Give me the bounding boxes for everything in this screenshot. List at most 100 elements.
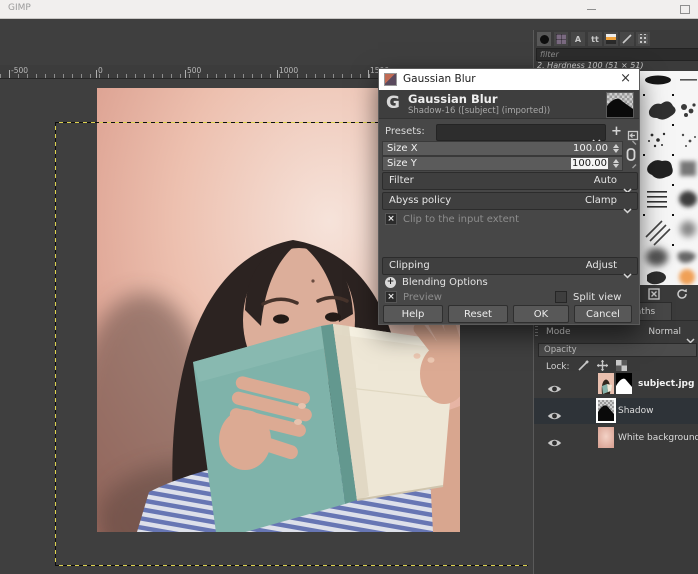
help-button[interactable]: Help xyxy=(383,305,443,323)
lock-label: Lock: xyxy=(546,362,570,372)
opacity-slider[interactable]: Opacity xyxy=(538,343,697,357)
layer-mode-row[interactable]: Mode Normal xyxy=(534,325,698,340)
clip-extent-checkbox[interactable]: × Clip to the input extent xyxy=(385,213,519,225)
abyss-policy-value: Clamp xyxy=(585,195,617,206)
paintbrush-icon xyxy=(578,360,589,371)
size-y-spinner[interactable] xyxy=(611,158,620,169)
filter-title: Gaussian Blur xyxy=(408,92,498,106)
fonts-icon: A xyxy=(575,35,581,44)
maximize-icon xyxy=(680,5,690,14)
presets-dropdown[interactable] xyxy=(436,124,606,141)
ruler-tick xyxy=(96,70,97,78)
clipping-value: Adjust xyxy=(586,260,617,271)
checkerboard-icon xyxy=(616,360,627,371)
drag-handle-icon xyxy=(535,326,538,338)
maximize-button[interactable] xyxy=(672,0,698,18)
ruler-tick xyxy=(368,70,369,78)
presets-label: Presets: xyxy=(385,126,425,137)
ruler-label: -500 xyxy=(11,66,28,75)
tab-dynamics[interactable]: tt xyxy=(588,32,602,46)
dialog-icon xyxy=(384,73,397,86)
layer-boundary-bottom xyxy=(55,565,528,566)
layer-name: Shadow xyxy=(618,406,654,416)
filter-value: Auto xyxy=(594,175,617,186)
drawable-thumbnail xyxy=(606,92,634,118)
tab-fonts[interactable]: A xyxy=(571,32,585,46)
layer-row-background[interactable]: White background xyxy=(534,425,698,451)
dialog-title: Gaussian Blur xyxy=(403,73,476,85)
filter-dropdown[interactable]: Filter Auto xyxy=(382,172,638,190)
tab-palettes[interactable] xyxy=(636,32,650,46)
size-y-value: 100.00 xyxy=(571,158,608,169)
presets-row: Presets: + xyxy=(379,124,639,140)
dialog-header: G Gaussian Blur Shadow-16 ([subject] (im… xyxy=(379,90,639,119)
size-x-spinner[interactable] xyxy=(611,143,620,154)
spin-up-icon xyxy=(613,144,619,148)
tab-paint-tools[interactable] xyxy=(620,32,634,46)
reset-button[interactable]: Reset xyxy=(448,305,508,323)
clipping-label: Clipping xyxy=(389,260,430,271)
layer-thumbnail-background[interactable] xyxy=(598,427,614,448)
expander-plus-icon: + xyxy=(385,277,396,288)
visibility-eye-icon[interactable] xyxy=(547,433,562,452)
delete-brush-button[interactable] xyxy=(647,287,660,300)
ruler-tick xyxy=(185,70,186,78)
tab-brushes[interactable] xyxy=(537,32,551,46)
abyss-policy-label: Abyss policy xyxy=(389,195,451,206)
visibility-eye-icon[interactable] xyxy=(547,406,562,425)
checkbox-checked-icon: × xyxy=(385,213,397,225)
mode-label: Mode xyxy=(546,327,571,337)
split-view-checkbox[interactable]: Split view xyxy=(555,291,621,303)
filter-label: Filter xyxy=(389,175,414,186)
dialog-titlebar[interactable]: Gaussian Blur × xyxy=(379,69,639,91)
close-icon[interactable]: × xyxy=(620,71,631,86)
minimize-button[interactable] xyxy=(578,0,604,18)
clip-extent-label: Clip to the input extent xyxy=(403,214,519,225)
chevron-down-icon xyxy=(623,199,632,218)
ruler-label: 1000 xyxy=(279,66,298,75)
layer-name: subject.jpg xyxy=(638,379,694,389)
pencil-icon xyxy=(622,34,632,44)
window-titlebar: GIMP xyxy=(0,0,698,19)
size-y-slider[interactable]: Size Y 100.00 xyxy=(382,156,623,171)
layer-thumbnail-subject[interactable] xyxy=(598,373,614,394)
layer-row-subject[interactable]: subject.jpg xyxy=(534,371,698,397)
tab-gradients[interactable] xyxy=(604,32,618,46)
minimize-icon xyxy=(587,9,596,10)
ruler-label: 0 xyxy=(98,66,103,75)
ok-button[interactable]: OK xyxy=(513,305,569,323)
chain-link-icon[interactable] xyxy=(624,139,638,174)
preview-label: Preview xyxy=(403,292,442,303)
palette-icon xyxy=(638,34,648,44)
add-preset-icon[interactable]: + xyxy=(611,124,622,139)
size-x-slider[interactable]: Size X 100.00 xyxy=(382,141,623,156)
clipping-dropdown[interactable]: Clipping Adjust xyxy=(382,257,638,275)
blending-options-label: Blending Options xyxy=(402,277,488,288)
layer-mask-thumbnail-subject[interactable] xyxy=(616,373,632,394)
blending-options-expander[interactable]: + Blending Options xyxy=(385,276,488,288)
mode-value: Normal xyxy=(648,327,681,337)
refresh-brushes-button[interactable] xyxy=(675,287,688,300)
chevron-down-icon xyxy=(623,264,632,283)
window-title: GIMP xyxy=(8,3,31,13)
brush-filter-input[interactable] xyxy=(536,48,698,61)
gimp-window: GIMP -500 0 500 1000 1500 xyxy=(0,0,698,574)
checkbox-checked-icon: × xyxy=(385,291,397,303)
ruler-label: 500 xyxy=(187,66,201,75)
checkbox-unchecked-icon xyxy=(555,291,567,303)
tab-patterns[interactable] xyxy=(554,32,568,46)
abyss-policy-dropdown[interactable]: Abyss policy Clamp xyxy=(382,192,638,210)
ruler-tick xyxy=(277,70,278,78)
opacity-label: Opacity xyxy=(544,345,577,355)
cancel-button[interactable]: Cancel xyxy=(574,305,632,323)
size-x-label: Size X xyxy=(387,143,418,154)
filter-target: Shadow-16 ([subject] (imported)) xyxy=(408,106,550,116)
dialog-buttons: Help Reset OK Cancel xyxy=(383,305,637,323)
ruler-tick xyxy=(9,70,10,78)
spin-down-icon xyxy=(613,164,619,168)
visibility-eye-icon[interactable] xyxy=(547,379,562,398)
layer-thumbnail-shadow[interactable] xyxy=(598,400,614,421)
preview-checkbox[interactable]: × Preview xyxy=(385,291,442,303)
layer-row-shadow[interactable]: Shadow xyxy=(534,398,698,424)
layer-name: White background xyxy=(618,433,698,443)
